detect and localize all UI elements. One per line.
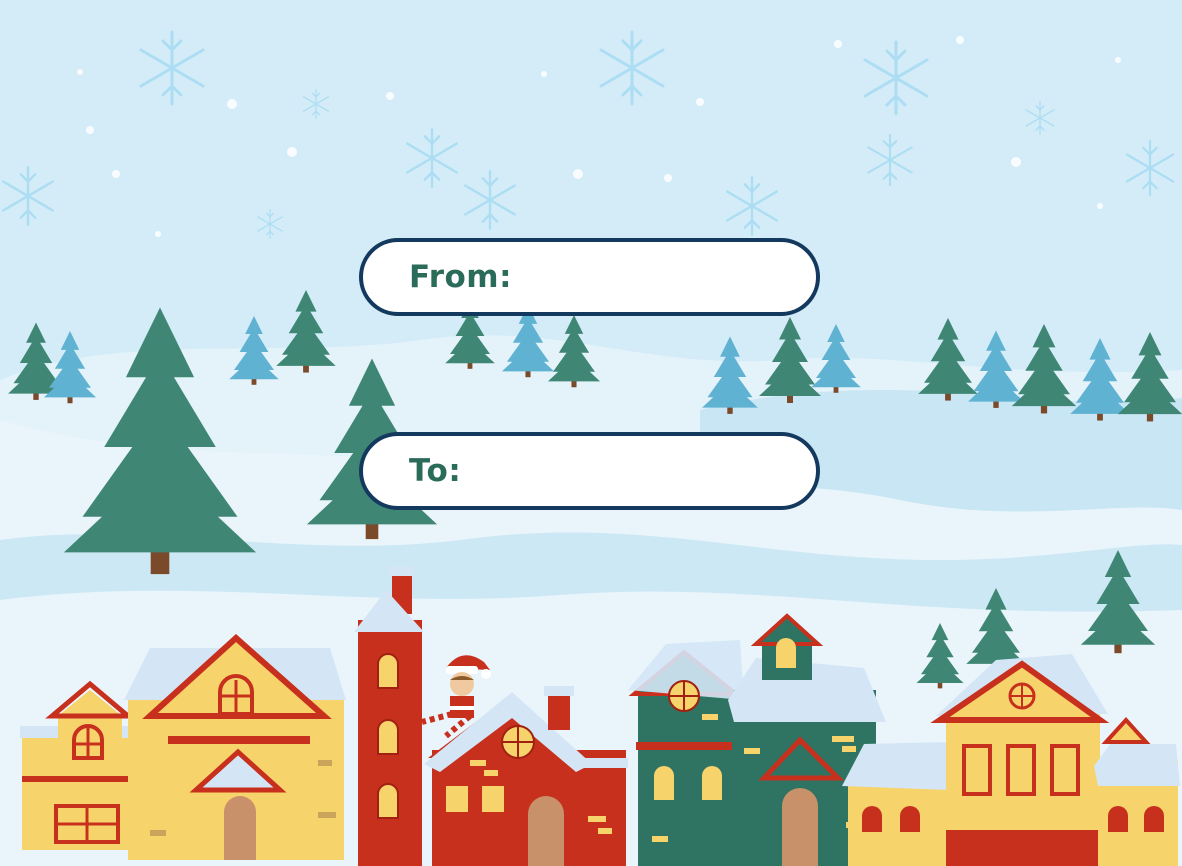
from-field[interactable]: From:	[359, 238, 820, 316]
to-label: To:	[409, 453, 462, 489]
from-label: From:	[409, 259, 512, 295]
to-field[interactable]: To:	[359, 432, 820, 510]
gift-tag-canvas: From: To:	[0, 0, 1182, 866]
